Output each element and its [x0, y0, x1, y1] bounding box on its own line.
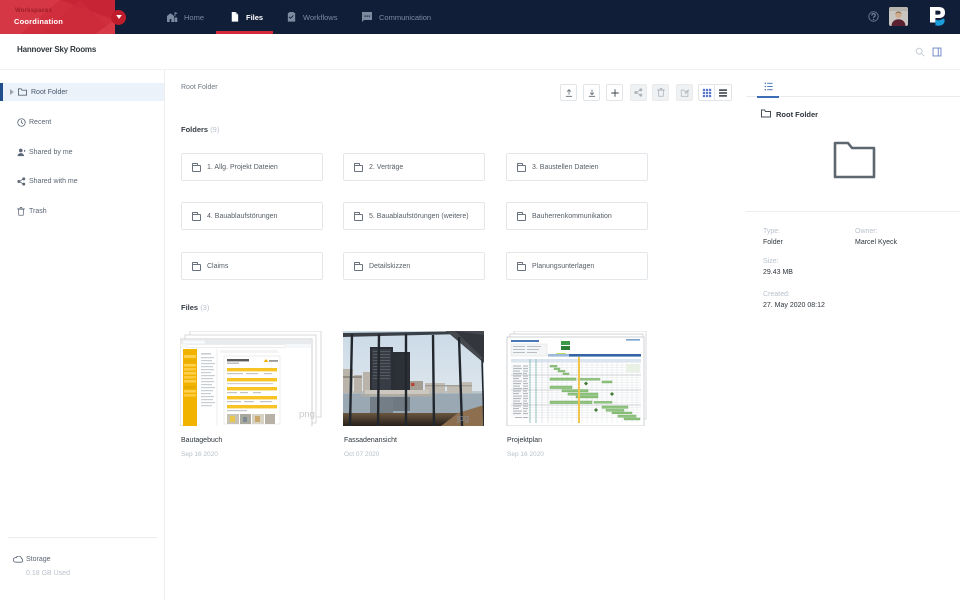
svg-text:jpg: jpg [456, 413, 469, 423]
svg-text:png: png [299, 409, 315, 420]
